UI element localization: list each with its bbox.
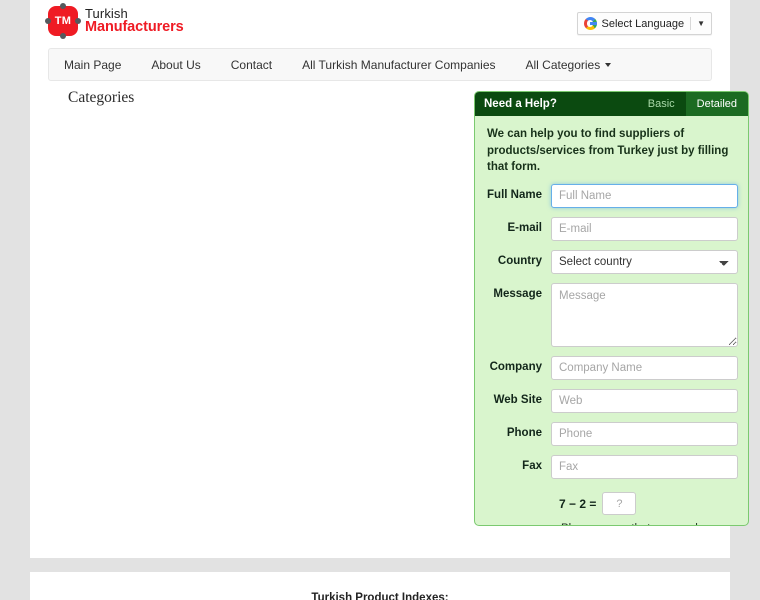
- translate-select-language[interactable]: Select Language: [578, 13, 691, 34]
- label-company: Company: [489, 361, 542, 374]
- help-form-tabs: Basic Detailed: [637, 92, 748, 116]
- logo-badge-text: TM: [54, 15, 72, 27]
- intro-line-1: We can help you to find suppliers of: [487, 128, 685, 140]
- tab-basic[interactable]: Basic: [637, 92, 686, 116]
- help-form-fields: Full Name E-mail Country Select country …: [475, 182, 748, 525]
- google-translate-widget[interactable]: Select Language ▼: [576, 12, 712, 35]
- fax-input[interactable]: [551, 455, 738, 480]
- logo-badge-icon: TM: [45, 3, 81, 39]
- form-row-country: Country Select country: [483, 250, 738, 275]
- email-input[interactable]: [551, 217, 738, 242]
- main-navbar: Main Page About Us Contact All Turkish M…: [48, 48, 712, 81]
- country-select[interactable]: Select country: [551, 250, 738, 275]
- categories-heading: Categories: [68, 89, 135, 106]
- label-country: Country: [497, 255, 542, 268]
- nav-label: Main Page: [64, 57, 122, 72]
- chevron-down-icon: [605, 62, 612, 67]
- need-help-form-panel: Need a Help? Basic Detailed We can help …: [474, 91, 749, 526]
- logo-dot-top-icon: [60, 3, 66, 9]
- form-row-web-site: Web Site: [483, 389, 738, 414]
- tab-label: Basic: [647, 98, 675, 110]
- captcha-row: 7 − 2 =: [483, 492, 738, 516]
- site-logo[interactable]: TM Turkish Manufacturers: [45, 3, 184, 39]
- tab-detailed[interactable]: Detailed: [685, 92, 748, 116]
- main-content-panel: TM Turkish Manufacturers Select Language…: [30, 0, 749, 558]
- site-header: TM Turkish Manufacturers Select Language…: [30, 0, 730, 48]
- captcha-answer-input[interactable]: [602, 492, 637, 516]
- captcha-question: 7 − 2 =: [559, 496, 597, 511]
- full-name-input[interactable]: [551, 184, 738, 209]
- nav-item-all-categories[interactable]: All Categories: [511, 49, 627, 80]
- logo-dot-bottom-icon: [60, 33, 66, 39]
- label-message: Message: [493, 288, 542, 301]
- intro-line-2: products/services from Turkey just by fi…: [487, 144, 729, 174]
- form-row-phone: Phone: [483, 422, 738, 447]
- message-textarea[interactable]: [551, 283, 738, 348]
- tab-label: Detailed: [696, 98, 737, 110]
- label-fax: Fax: [522, 460, 542, 473]
- logo-text: Turkish Manufacturers: [85, 5, 184, 36]
- nav-item-about-us[interactable]: About Us: [136, 49, 215, 80]
- google-g-icon: [583, 17, 597, 30]
- form-row-company: Company: [483, 356, 738, 381]
- company-input[interactable]: [551, 356, 738, 381]
- label-web-site: Web Site: [493, 394, 542, 407]
- form-row-email: E-mail: [483, 217, 738, 242]
- chevron-down-icon[interactable]: ▼: [691, 13, 711, 34]
- logo-line-turkish: Turkish: [85, 5, 128, 21]
- website-input[interactable]: [551, 389, 738, 414]
- logo-line-manufacturers: Manufacturers: [85, 19, 184, 36]
- help-form-intro: We can help you to find suppliers of pro…: [475, 116, 748, 182]
- nav-item-contact[interactable]: Contact: [216, 49, 287, 80]
- translate-label: Select Language: [601, 17, 685, 30]
- nav-label: All Categories: [525, 57, 601, 72]
- form-row-full-name: Full Name: [483, 184, 738, 209]
- nav-label: Contact: [230, 57, 273, 72]
- label-full-name: Full Name: [487, 189, 542, 202]
- captcha-note: Please prove that you are human: [483, 523, 738, 525]
- help-form-header: Need a Help? Basic Detailed: [475, 92, 748, 116]
- nav-item-main-page[interactable]: Main Page: [49, 49, 136, 80]
- nav-label: All Turkish Manufacturer Companies: [302, 57, 496, 72]
- nav-item-all-turkish-manufacturer-companies[interactable]: All Turkish Manufacturer Companies: [287, 49, 510, 80]
- label-phone: Phone: [506, 427, 542, 440]
- nav-label: About Us: [151, 57, 201, 72]
- help-form-title: Need a Help?: [484, 98, 557, 110]
- form-row-message: Message: [483, 283, 738, 348]
- form-row-fax: Fax: [483, 455, 738, 480]
- label-email: E-mail: [507, 222, 542, 235]
- phone-input[interactable]: [551, 422, 738, 447]
- page-root: TM Turkish Manufacturers Select Language…: [0, 0, 760, 600]
- product-indexes-heading: Turkish Product Indexes:: [311, 592, 449, 600]
